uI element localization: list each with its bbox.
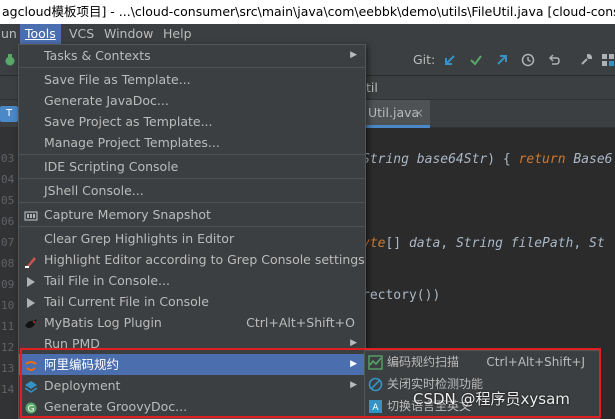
- menu-item-shortcut: Ctrl+Alt+Shift+O: [246, 315, 355, 330]
- line-number: 10: [1, 299, 15, 312]
- menu-separator: [19, 202, 365, 203]
- memory-snapshot-icon: [24, 208, 38, 222]
- menu-separator: [19, 67, 365, 68]
- window-title: agcloud模板项目] - ...\cloud-consumer\src\ma…: [0, 0, 615, 24]
- menu-vcs[interactable]: VCS: [64, 24, 99, 44]
- menu-item-label: Tail File in Console...: [44, 273, 170, 288]
- menu-item-mybatis-log-plugin[interactable]: MyBatis Log Plugin Ctrl+Alt+Shift+O: [19, 312, 365, 333]
- menu-bar: un Tools VCS Window Help: [0, 24, 615, 44]
- menu-item-label: 阿里编码规约: [44, 357, 120, 372]
- menu-item-label: Run PMD: [44, 336, 100, 351]
- submenu-arrow-icon: ▶: [350, 380, 357, 390]
- tail-current-file-icon: [24, 295, 38, 309]
- menu-item-save-project-template[interactable]: Save Project as Template...: [19, 111, 365, 132]
- menu-item-clear-grep-highlights[interactable]: Clear Grep Highlights in Editor: [19, 228, 365, 249]
- highlighter-icon: [24, 253, 38, 268]
- code-line: rectory()): [362, 288, 441, 303]
- menu-item-label: MyBatis Log Plugin: [44, 315, 162, 330]
- line-number: 04: [1, 173, 15, 186]
- menu-item-label: Capture Memory Snapshot: [44, 207, 211, 222]
- code-line: String base64Str) { return Base6: [362, 152, 613, 167]
- code-line: yte[] data, String filePath, St: [362, 236, 605, 251]
- menu-item-run-pmd[interactable]: Run PMD ▶: [19, 333, 365, 354]
- submenu-arrow-icon: ▶: [350, 338, 357, 348]
- menu-item-label: Tail Current File in Console: [44, 294, 209, 309]
- disable-icon: [368, 377, 383, 392]
- tail-file-icon: [24, 274, 38, 288]
- commit-icon[interactable]: [466, 50, 486, 70]
- svg-text:G: G: [28, 405, 35, 415]
- menu-tools-label: Tools: [25, 26, 56, 41]
- menu-item-tail-file[interactable]: Tail File in Console...: [19, 270, 365, 291]
- editor-tab-label: Util.java: [368, 105, 420, 120]
- push-icon[interactable]: [492, 50, 512, 70]
- menu-tools[interactable]: Tools: [20, 24, 61, 44]
- submenu-arrow-icon: ▶: [350, 50, 357, 60]
- history-icon[interactable]: [518, 50, 538, 70]
- breadcrumb[interactable]: til: [366, 80, 378, 95]
- rollback-icon[interactable]: [544, 50, 564, 70]
- menu-item-label: Generate GroovyDoc...: [44, 399, 188, 414]
- menu-item-generate-groovydoc[interactable]: G Generate GroovyDoc...: [19, 396, 365, 417]
- menu-separator: [19, 178, 365, 179]
- menu-item-label: Tasks & Contexts: [44, 48, 151, 63]
- settings-wrench-icon[interactable]: [576, 50, 596, 70]
- submenu-arrow-icon: ▶: [350, 359, 357, 369]
- menu-item-ide-scripting-console[interactable]: IDE Scripting Console: [19, 156, 365, 177]
- svg-text:A: A: [372, 403, 379, 413]
- menu-item-jshell-console[interactable]: JShell Console...: [19, 180, 365, 201]
- line-number: 13: [1, 362, 15, 375]
- line-number: 14: [1, 383, 15, 396]
- menu-item-label: Deployment: [44, 378, 121, 393]
- line-number: 08: [1, 257, 15, 270]
- line-number: 06: [1, 215, 15, 228]
- update-project-icon[interactable]: [440, 50, 460, 70]
- tools-menu: Tasks & Contexts ▶ Save File as Template…: [18, 44, 366, 419]
- menu-item-tasks-contexts[interactable]: Tasks & Contexts ▶: [19, 45, 365, 66]
- scan-chart-icon: [368, 355, 383, 370]
- groovy-icon: G: [24, 400, 38, 415]
- alibaba-logo-icon: [24, 358, 38, 372]
- language-switch-icon: A: [368, 399, 383, 414]
- menu-item-alibaba-coding-guidelines[interactable]: 阿里编码规约 ▶: [19, 354, 365, 375]
- menu-item-tail-current-file[interactable]: Tail Current File in Console: [19, 291, 365, 312]
- close-icon[interactable]: ×: [414, 100, 424, 126]
- menu-item-highlight-editor-grep[interactable]: Highlight Editor according to Grep Conso…: [19, 249, 365, 270]
- line-number: 12: [1, 341, 15, 354]
- line-number: 11: [1, 320, 15, 333]
- line-number: 07: [1, 236, 15, 249]
- menu-item-generate-javadoc[interactable]: Generate JavaDoc...: [19, 90, 365, 111]
- deployment-icon: [24, 379, 38, 393]
- menu-separator: [19, 154, 365, 155]
- line-number: 09: [1, 278, 15, 291]
- menu-separator: [19, 226, 365, 227]
- watermark: CSDN @程序员xysam: [413, 390, 570, 408]
- project-structure-icon[interactable]: [598, 50, 615, 70]
- bug-icon[interactable]: [0, 50, 20, 70]
- mybatis-bird-icon: [24, 316, 38, 330]
- line-number: 03: [1, 152, 15, 165]
- menu-item-deployment[interactable]: Deployment ▶: [19, 375, 365, 396]
- left-tool-tab[interactable]: T: [0, 106, 18, 122]
- menu-item-capture-memory-snapshot[interactable]: Capture Memory Snapshot: [19, 204, 365, 225]
- submenu-item-label: 编码规约扫描: [387, 355, 460, 369]
- menu-help[interactable]: Help: [158, 24, 197, 44]
- menu-item-save-file-template[interactable]: Save File as Template...: [19, 69, 365, 90]
- menu-window[interactable]: Window: [99, 24, 158, 44]
- git-label: Git:: [413, 52, 436, 67]
- menu-run[interactable]: un: [0, 24, 22, 44]
- line-number: 05: [1, 194, 15, 207]
- submenu-item-shortcut: Ctrl+Alt+Shift+J: [486, 355, 585, 369]
- menu-item-manage-project-templates[interactable]: Manage Project Templates...: [19, 132, 365, 153]
- submenu-item-code-scan[interactable]: 编码规约扫描 Ctrl+Alt+Shift+J: [365, 352, 599, 373]
- menu-item-label: Highlight Editor according to Grep Conso…: [44, 252, 365, 267]
- editor-tab-fileutil[interactable]: Util.java ×: [362, 100, 430, 128]
- line-number-gutter: 03 04 05 06 07 08 09 10 11 12 13 14: [0, 128, 20, 419]
